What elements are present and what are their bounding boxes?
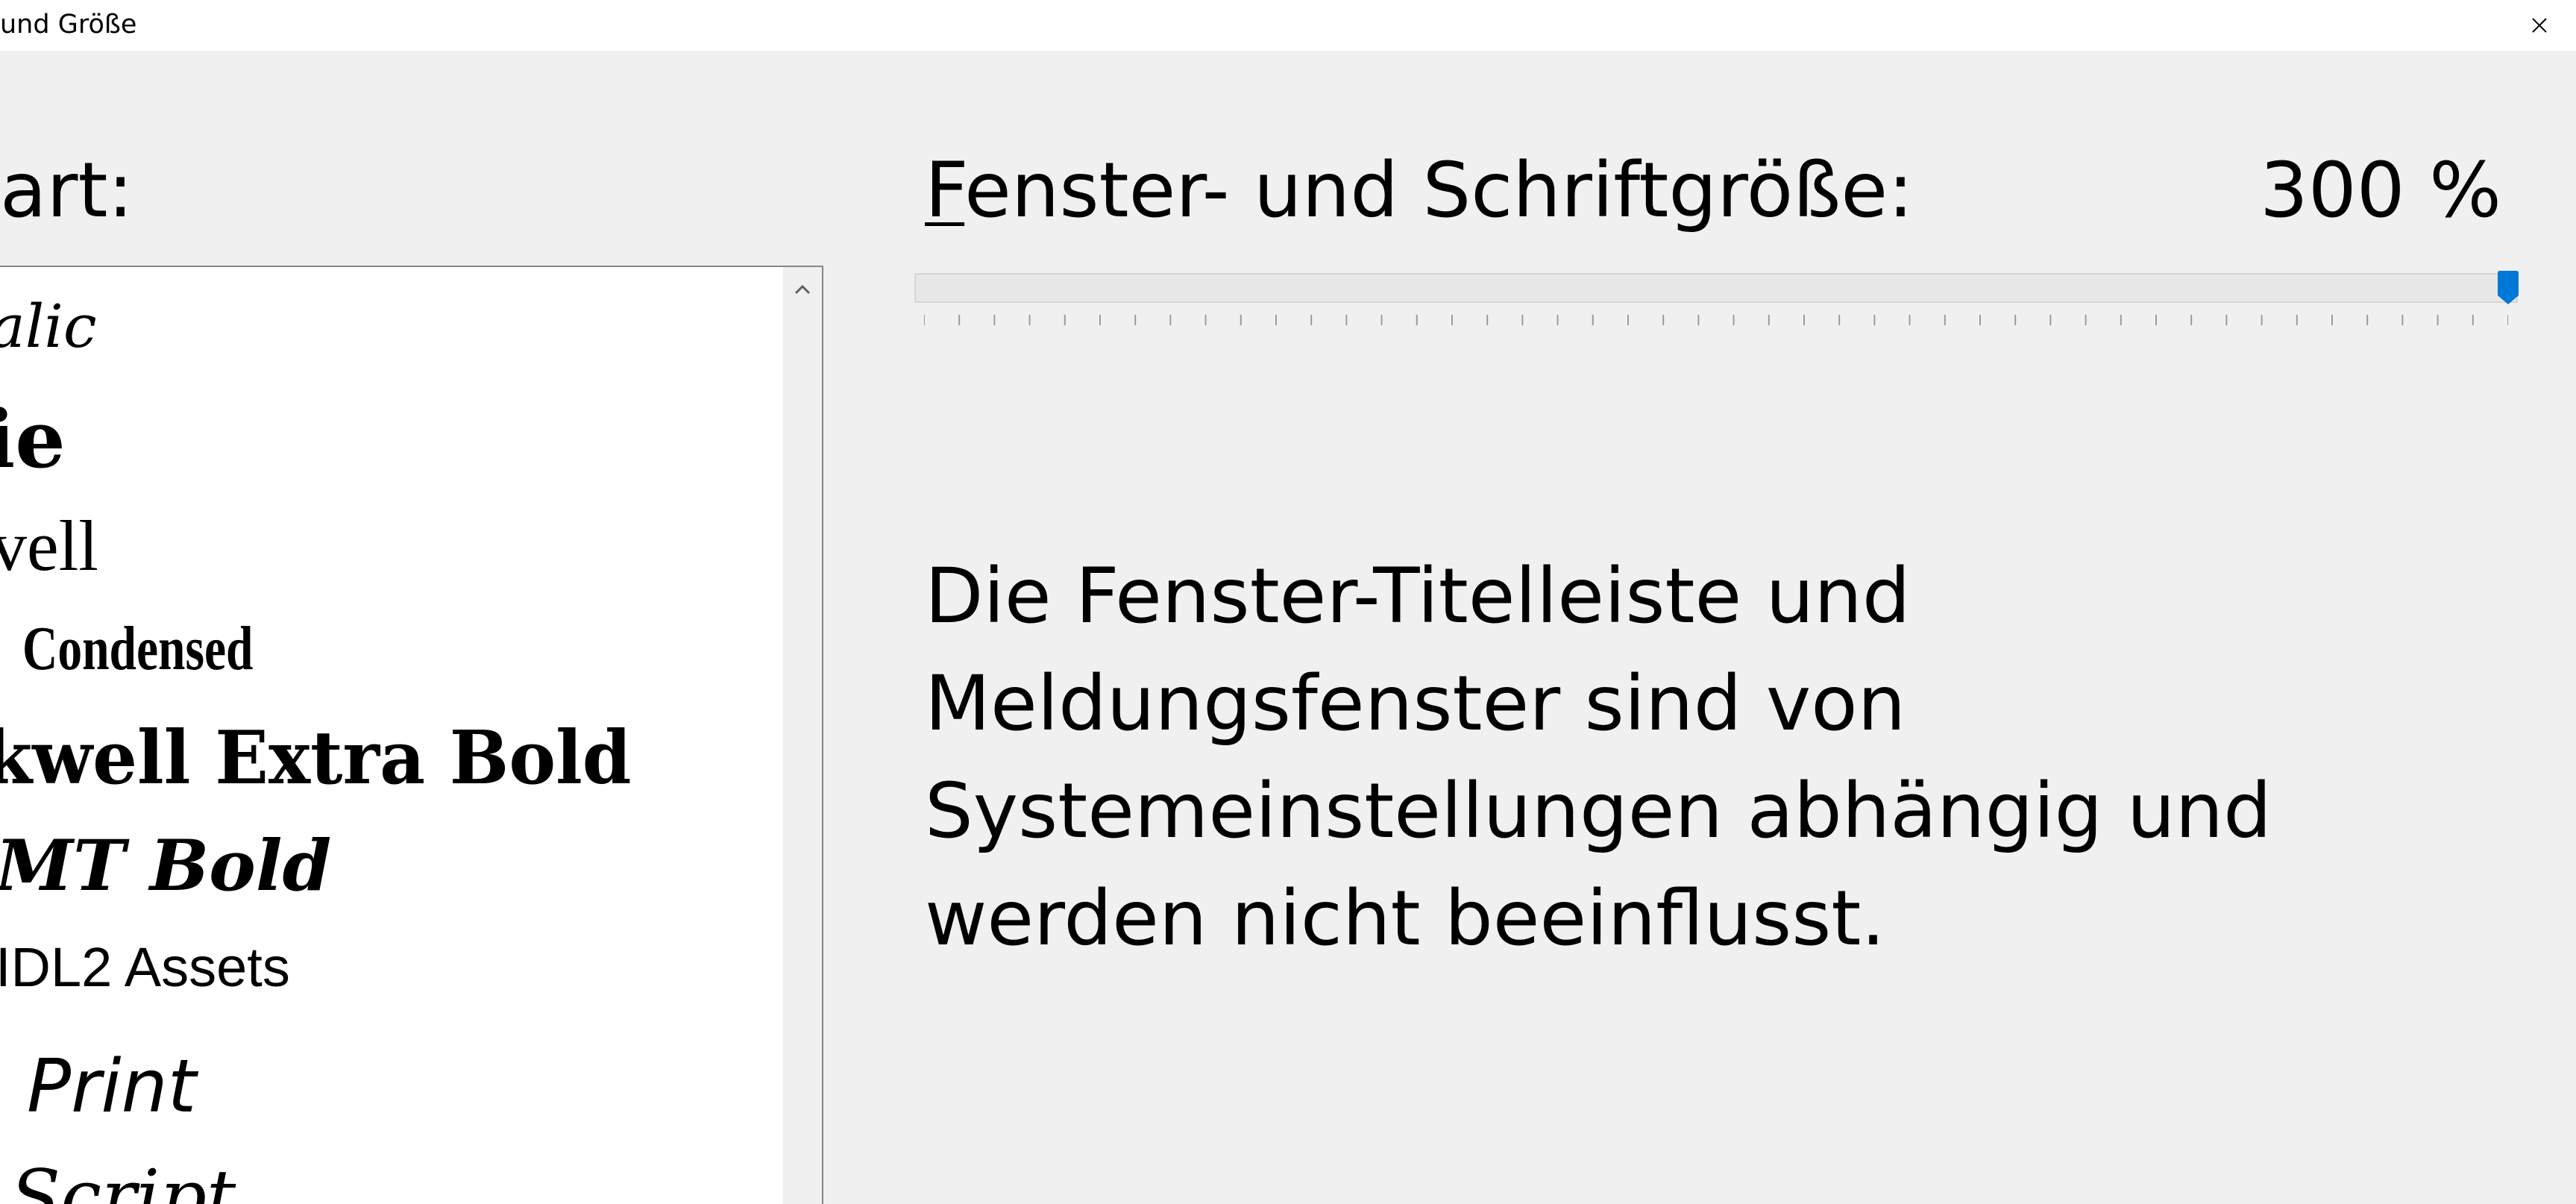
font-list-item[interactable]: MT Bold [0, 831, 331, 901]
info-text: Die Fenster-Titelleiste und Meldungsfens… [925, 552, 2272, 963]
size-setting-value: 300 % [2259, 146, 2501, 235]
size-slider-track[interactable] [914, 273, 2518, 303]
font-list-items: alic ie vell Condensed kwell Extra Bold … [0, 267, 782, 1204]
font-list-item[interactable]: ie [0, 400, 66, 479]
font-list-item[interactable]: kwell Extra Bold [0, 722, 632, 795]
window-title: und Größe [0, 10, 137, 40]
font-list-item[interactable]: Condensed [22, 618, 254, 680]
font-list-item[interactable]: vell [0, 510, 98, 582]
font-list-item[interactable]: Script [10, 1161, 236, 1204]
font-list-label: art: [0, 146, 133, 235]
size-slider-thumb[interactable] [2496, 270, 2520, 306]
font-list-scrollbar[interactable] [783, 267, 822, 1204]
close-icon [2532, 18, 2547, 33]
size-slider-ticks [924, 315, 2508, 325]
font-list-item[interactable]: alic [0, 297, 97, 357]
font-list-item[interactable]: IDL2 Assets [0, 940, 290, 995]
scroll-up-button[interactable] [783, 267, 822, 312]
font-list-item[interactable]: Print [27, 1050, 196, 1123]
chevron-up-icon [794, 284, 811, 295]
size-setting-label-text: enster- und Schriftgröße: [964, 146, 1914, 235]
size-setting-label: Fenster- und Schriftgröße: [925, 146, 1914, 236]
font-list[interactable]: alic ie vell Condensed kwell Extra Bold … [0, 266, 823, 1204]
size-slider[interactable] [914, 270, 2520, 337]
size-setting-label-accelerator: F [925, 146, 965, 235]
title-bar: und Größe [0, 0, 2576, 51]
close-button[interactable] [2503, 0, 2576, 51]
